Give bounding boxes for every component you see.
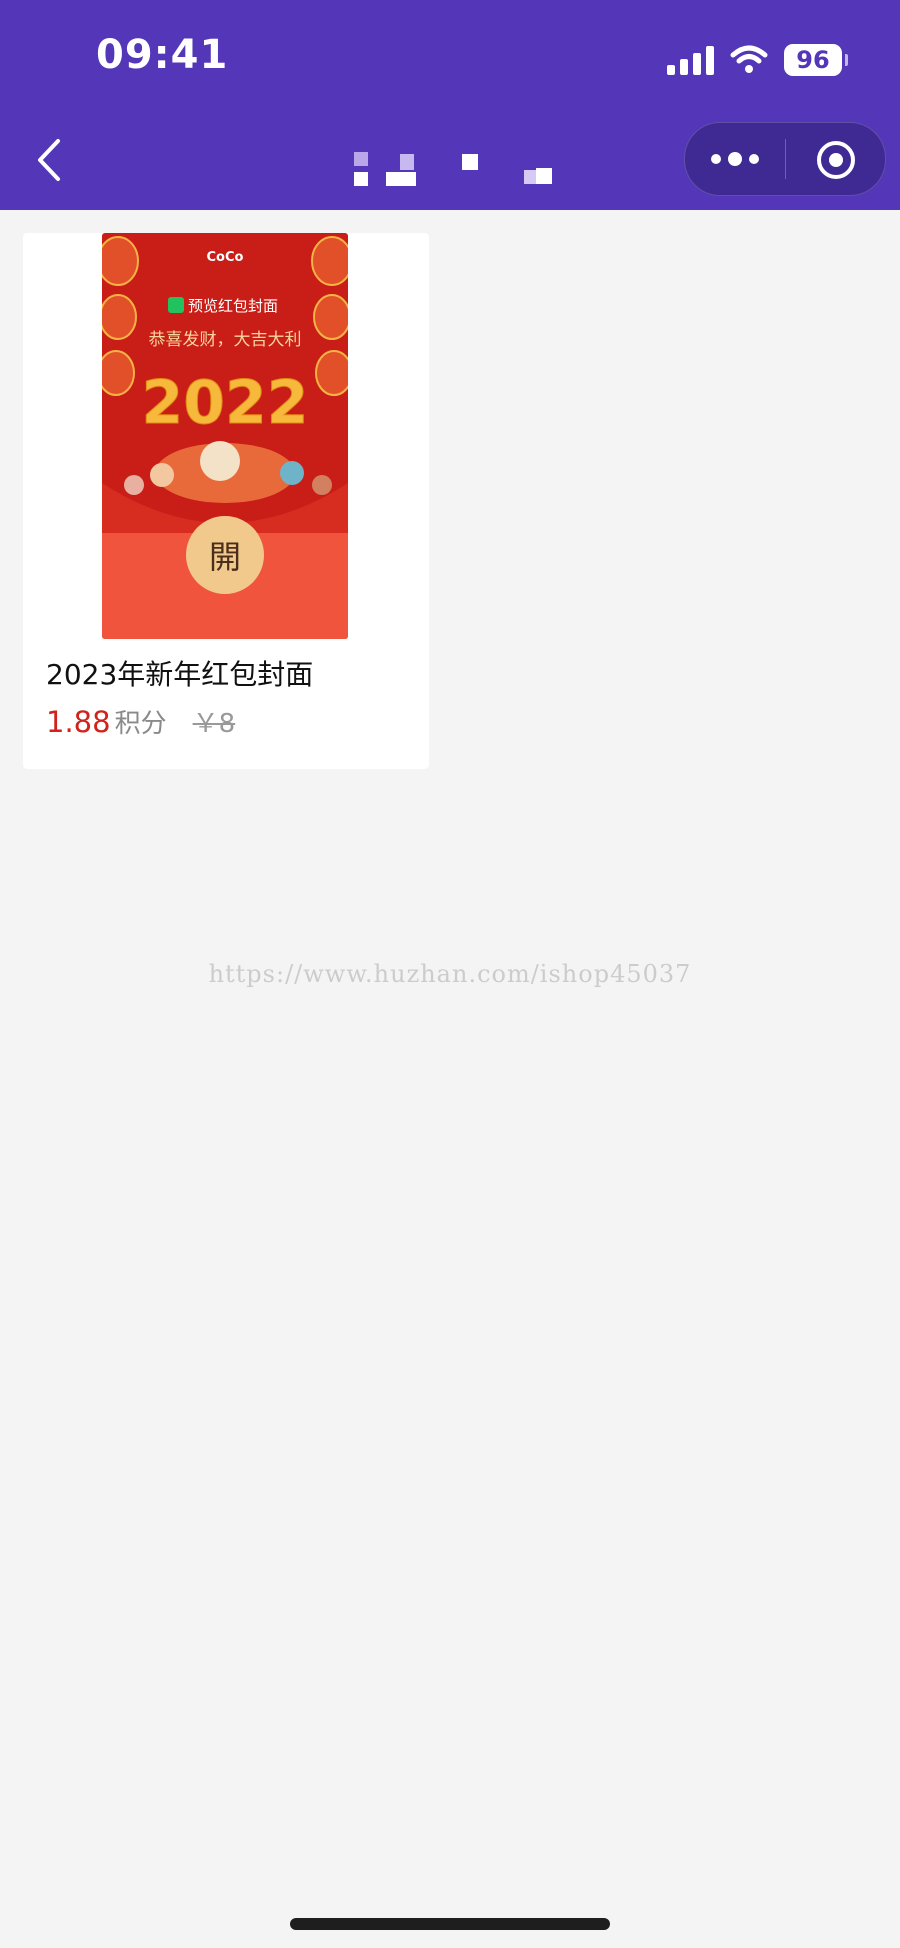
page-title-obscured [354,152,552,186]
open-seal: 開 [209,538,241,576]
cover-brand: CoCo [207,250,244,265]
status-time: 09:41 [96,32,229,78]
battery-icon: 96 [784,44,848,76]
target-circle-icon[interactable] [815,139,857,181]
original-price: ￥8 [192,709,236,739]
product-card[interactable]: CoCo 预览红包封面 恭喜发财，大吉大利 2022 開 2023年新年红包封面… [23,233,429,769]
capsule-divider [785,139,786,179]
navigation-header: 09:41 96 [0,0,900,210]
price-row: 1.88 积分 ￥8 [46,703,235,740]
cover-greeting: 恭喜发财，大吉大利 [149,330,302,350]
mini-program-capsule [684,122,886,196]
back-arrow-icon[interactable] [30,133,70,187]
price-value: 1.88 [46,705,111,739]
cover-preview-text: 预览红包封面 [188,297,278,315]
wifi-icon [730,45,768,73]
cellular-signal-icon [667,45,714,75]
watermark-url: https://www.huzhan.com/ishop45037 [208,960,692,988]
status-icons: 96 [667,42,848,78]
price-unit: 积分 [114,709,167,739]
red-envelope-cover-image: CoCo 预览红包封面 恭喜发财，大吉大利 2022 開 [102,233,348,639]
more-dots-icon[interactable] [705,143,765,175]
home-indicator [290,1918,610,1930]
product-name: 2023年新年红包封面 [46,658,314,691]
cover-year: 2022 [142,368,309,438]
